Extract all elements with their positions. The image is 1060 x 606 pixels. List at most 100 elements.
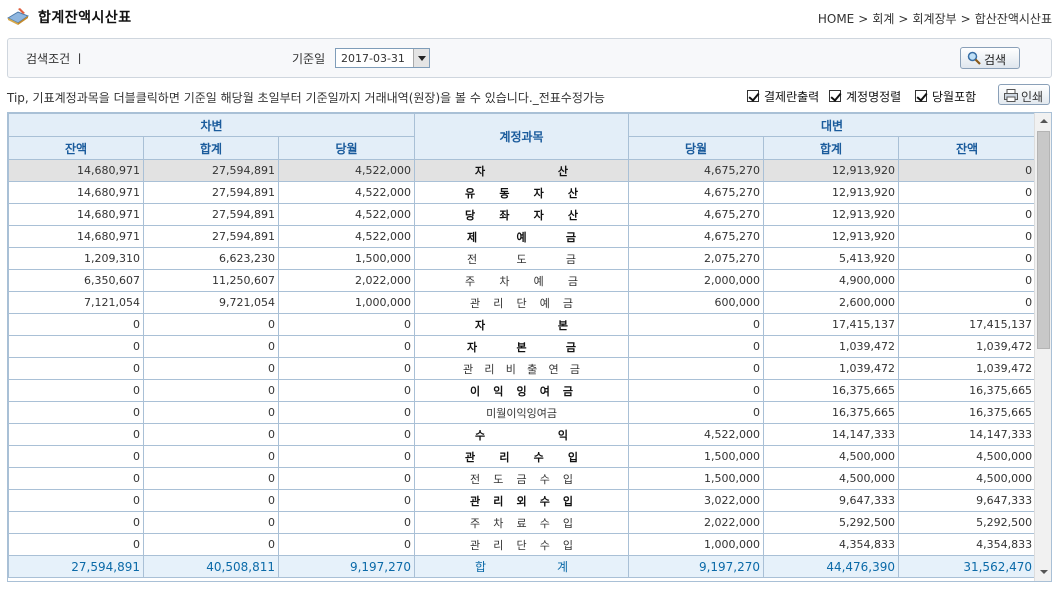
printer-icon [1004,89,1018,102]
date-select[interactable]: 2017-03-31 [335,48,430,68]
table-row[interactable]: 0 0 0 이 익 잉 여 금 0 16,375,665 16,375,665 [8,379,1037,402]
account-cell[interactable]: 주차예금 [414,269,630,292]
debit-balance-cell: 14,680,971 [8,203,144,226]
print-button[interactable]: 인쇄 [998,84,1050,105]
account-cell[interactable]: 관리외수입 [414,489,630,512]
debit-total-cell: 0 [143,401,279,424]
debit-month-cell: 0 [277,533,416,556]
account-cell[interactable]: 관리수입 [414,445,630,468]
debit-month-cell: 4,522,000 [277,203,416,226]
credit-month-cell: 4,675,270 [628,159,765,182]
account-cell[interactable]: 수익 [414,423,630,446]
title-bar: 합계잔액시산표 HOME > 회계 > 회계장부 > 합산잔액시산표 [6,4,1054,30]
table-row[interactable]: 0 0 0 자 본 금 0 1,039,472 1,039,472 [8,335,1037,358]
account-cell[interactable]: 관리단수입 [414,533,630,556]
table-row[interactable]: 14,680,971 27,594,891 4,522,000 자 산 4,675,270… [8,159,1037,182]
scroll-up-icon[interactable] [1035,113,1051,129]
debit-balance-cell: 0 [8,445,144,468]
credit-balance-cell: 0 [898,159,1037,182]
table-row[interactable]: 0 0 0 관 리 외 수 입 3,022,000 9,647,333 9,647,333 [8,489,1037,512]
checkbox-sort-by-account[interactable] [829,90,841,102]
search-button[interactable]: 검색 [960,47,1020,69]
account-cell[interactable]: 자본금 [414,335,630,358]
table-row[interactable]: 0 0 0 관 리 단 수 입 1,000,000 4,354,833 4,354,833 [8,533,1037,556]
breadcrumb-item-ledger[interactable]: 회계장부 [912,12,956,26]
breadcrumb: HOME > 회계 > 회계장부 > 합산잔액시산표 [817,12,1052,26]
account-name: 미월이익잉여금 [486,406,557,420]
credit-balance-cell: 0 [898,269,1037,292]
vertical-scrollbar[interactable] [1034,113,1051,581]
credit-month-cell: 0 [628,313,765,336]
debit-balance-cell: 27,594,891 [8,555,144,578]
account-cell[interactable]: 주차료수입 [414,511,630,534]
credit-total-cell: 4,500,000 [763,467,900,490]
table-row[interactable]: 7,121,054 9,721,054 1,000,000 관 리 단 예 금 600,000 2… [8,291,1037,314]
account-cell[interactable]: 유동자산 [414,181,630,204]
breadcrumb-item-accounting[interactable]: 회계 [872,12,894,26]
debit-month-cell: 9,197,270 [277,555,416,578]
column-header-debit-total[interactable]: 합계 [143,136,279,160]
column-header-debit-month[interactable]: 당월 [277,136,416,160]
column-header-credit-total[interactable]: 합계 [763,136,900,160]
account-name: 주차예금 [465,274,578,288]
scroll-down-icon[interactable] [1035,565,1051,581]
table-row[interactable]: 0 0 0 관 리 수 입 1,500,000 4,500,000 4,500,000 [8,445,1037,468]
table-row[interactable]: 0 0 0 전 도 금 수 입 1,500,000 4,500,000 4,500,000 [8,467,1037,490]
table-row[interactable]: 0 0 0 자 본 0 17,415,137 17,415,137 [8,313,1037,336]
checkbox-approval-print[interactable] [747,90,759,102]
credit-month-cell: 0 [628,379,765,402]
debit-total-cell: 0 [143,357,279,380]
account-name: 당좌자산 [465,208,578,222]
account-name: 관리비출연금 [463,362,581,376]
account-cell[interactable]: 관리단예금 [414,291,630,314]
account-cell[interactable]: 합계 [414,555,630,578]
breadcrumb-item-home[interactable]: HOME [818,12,854,26]
search-button-label: 검색 [984,53,1007,67]
credit-total-cell: 14,147,333 [763,423,900,446]
account-name: 자본 [475,318,569,332]
credit-month-cell: 1,500,000 [628,467,765,490]
table-row[interactable]: 0 0 0 관 리 비 출 연 금 0 1,039,472 1,039,472 [8,357,1037,380]
debit-total-cell: 0 [143,489,279,512]
table-total-row[interactable]: 27,594,891 40,508,811 9,197,270 합 계 9,197,270… [8,555,1037,578]
account-cell[interactable]: 이익잉여금 [414,379,630,402]
checkbox-include-current-month[interactable] [915,90,927,102]
credit-month-cell: 0 [628,357,765,380]
search-panel: 검색조건 ㅣ 기준일 2017-03-31 검색 [7,38,1052,78]
debit-balance-cell: 0 [8,401,144,424]
table-row[interactable]: 14,680,971 27,594,891 4,522,000 제 예 금 4,675,27… [8,225,1037,248]
column-header-credit-month[interactable]: 당월 [628,136,765,160]
account-cell[interactable]: 관리비출연금 [414,357,630,380]
column-header-debit-balance[interactable]: 잔액 [8,136,144,160]
credit-month-cell: 9,197,270 [628,555,765,578]
table-row[interactable]: 0 0 0 주 차 료 수 입 2,022,000 5,292,500 5,292,500 [8,511,1037,534]
account-name: 전도금 [467,252,577,266]
credit-month-cell: 4,675,270 [628,225,765,248]
credit-balance-cell: 0 [898,181,1037,204]
credit-month-cell: 4,675,270 [628,181,765,204]
account-cell[interactable]: 제예금 [414,225,630,248]
table-row[interactable]: 0 0 0 미월이익잉여금 0 16,375,665 16,375,665 [8,401,1037,424]
trial-balance-grid: 차변 계정과목 대변 잔액 합계 당월 당월 합계 잔액 14,680,971 2… [7,112,1052,582]
table-row[interactable]: 14,680,971 27,594,891 4,522,000 유 동 자 산 4,675,2… [8,181,1037,204]
account-name: 유동자산 [465,186,578,200]
table-row[interactable]: 6,350,607 11,250,607 2,022,000 주 차 예 금 2,000,00… [8,269,1037,292]
table-row[interactable]: 1,209,310 6,623,230 1,500,000 전 도 금 2,075,270 5… [8,247,1037,270]
account-cell[interactable]: 자산 [414,159,630,182]
account-cell[interactable]: 당좌자산 [414,203,630,226]
column-header-credit-balance[interactable]: 잔액 [898,136,1037,160]
debit-balance-cell: 0 [8,533,144,556]
account-cell[interactable]: 전도금 [414,247,630,270]
account-name: 이익잉여금 [470,384,574,398]
credit-balance-cell: 0 [898,203,1037,226]
credit-balance-cell: 17,415,137 [898,313,1037,336]
account-cell[interactable]: 전도금수입 [414,467,630,490]
account-cell[interactable]: 자본 [414,313,630,336]
scroll-thumb[interactable] [1037,131,1050,349]
debit-month-cell: 0 [277,313,416,336]
account-cell[interactable]: 미월이익잉여금 [414,401,630,424]
table-row[interactable]: 0 0 0 수 익 4,522,000 14,147,333 14,147,333 [8,423,1037,446]
credit-month-cell: 0 [628,335,765,358]
chevron-down-icon[interactable] [413,49,429,67]
table-row[interactable]: 14,680,971 27,594,891 4,522,000 당 좌 자 산 4,675,2… [8,203,1037,226]
